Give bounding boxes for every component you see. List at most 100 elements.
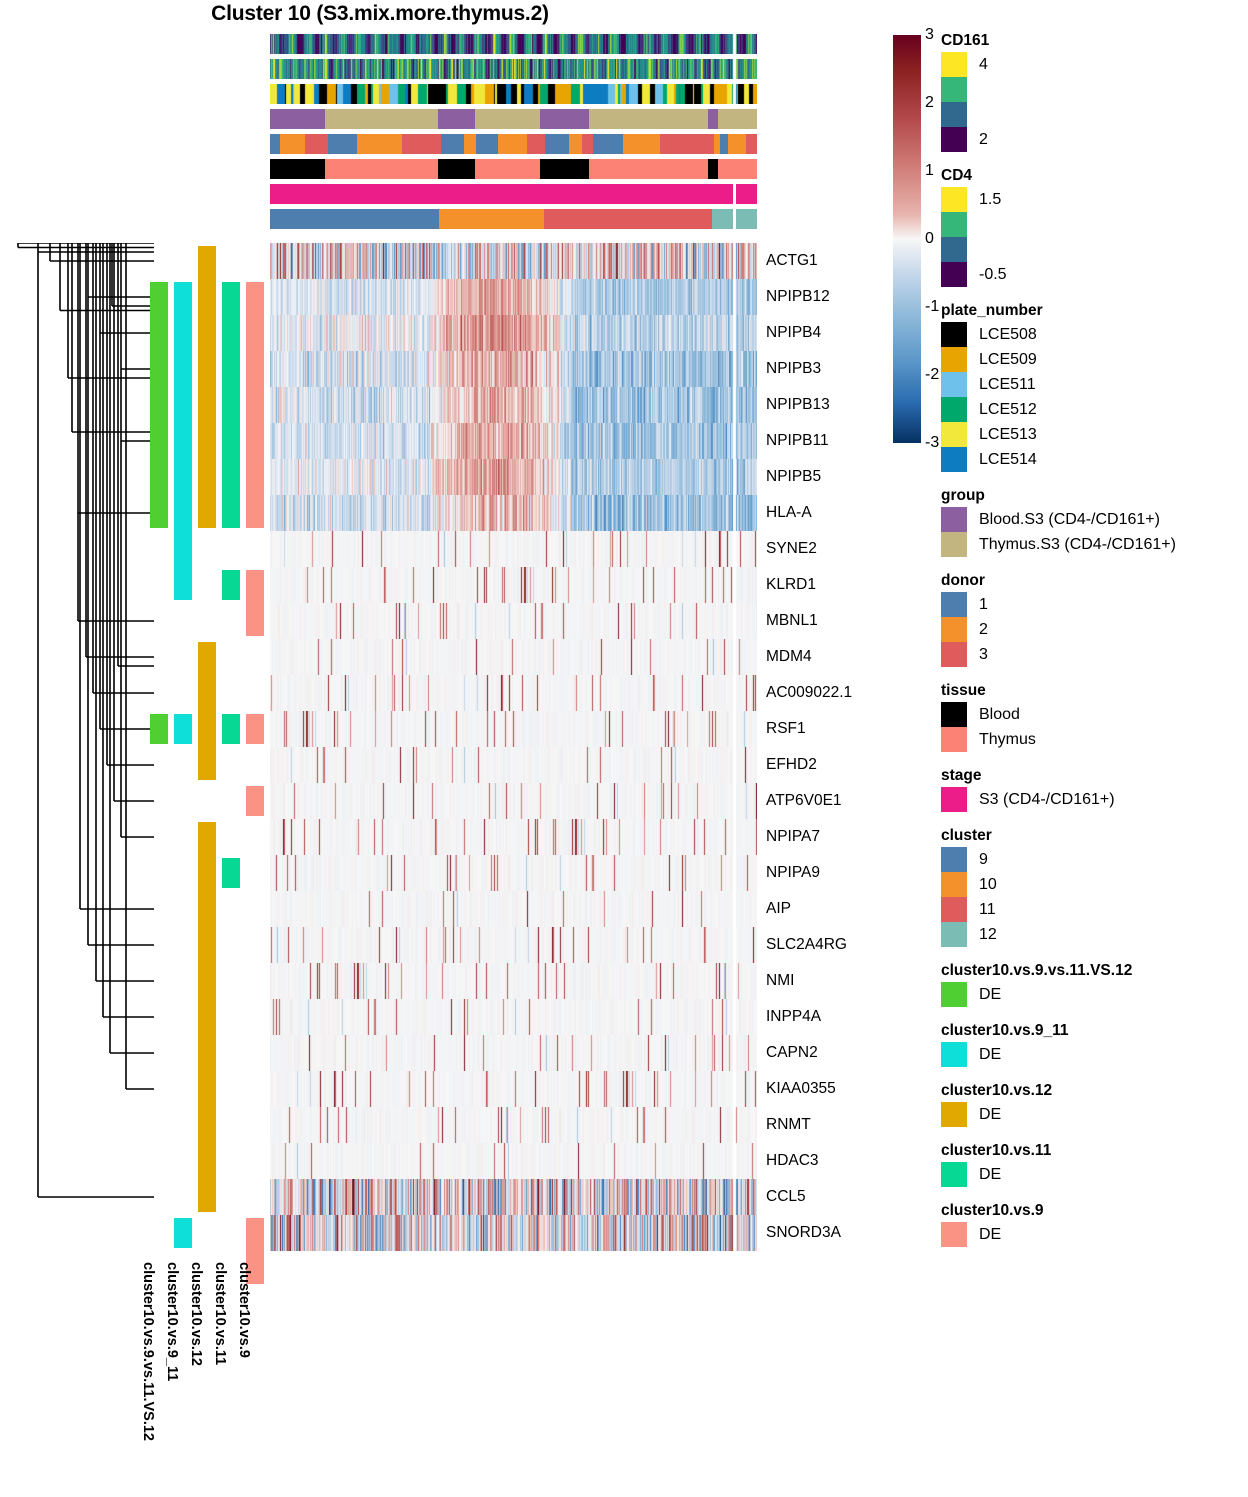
legend-item: 2 (941, 617, 1241, 642)
legend-swatch (941, 447, 967, 472)
heatmap-row-cells (270, 963, 757, 999)
legend-item: 9 (941, 847, 1241, 872)
gene-label: NPIPB11 (766, 432, 829, 449)
gene-label: KLRD1 (766, 576, 816, 593)
legend-title: stage (941, 767, 982, 784)
legend-label: 1 (979, 595, 988, 613)
legend-label: 9 (979, 850, 988, 868)
gene-label: AIP (766, 900, 791, 917)
row-annotation-column-cluster10.vs.9 (246, 243, 264, 1284)
heatmap-row-cells (270, 711, 757, 747)
annotation-segment-tissue (718, 159, 757, 179)
heatmap-row: NPIPB4 (270, 315, 821, 351)
colorbar-tick: -2 (925, 366, 940, 383)
legend-item: S3 (CD4-/CD161+) (941, 787, 1241, 812)
annotation-segment-group (475, 109, 540, 129)
column-annotation-group: group (270, 109, 757, 129)
heatmap-row-cells (270, 1143, 757, 1179)
row-annotation-block (246, 786, 264, 816)
legend-label: Thymus (979, 730, 1036, 748)
gene-label: INPP4A (766, 1008, 822, 1025)
legend-label: 10 (979, 875, 997, 893)
heatmap-row: NPIPB3 (270, 351, 821, 387)
heatmap-row: AC009022.1 (270, 675, 852, 711)
legend-label: DE (979, 1225, 1002, 1243)
legend-swatch (941, 262, 967, 287)
heatmap-row-cells (270, 1035, 757, 1071)
legend-item: LCE508 (941, 322, 1241, 347)
annotation-segment-tissue (708, 159, 718, 179)
legend-CD4: CD4 1.5 -0.5 (941, 167, 1241, 287)
legend-title: CD4 (941, 167, 973, 184)
gene-label: ACTG1 (766, 252, 818, 269)
annotation-segment-tissue (540, 159, 589, 179)
legend-swatch (941, 1102, 967, 1127)
legend-item: DE (941, 1042, 1241, 1067)
legend-swatch (941, 372, 967, 397)
gene-label: SYNE2 (766, 540, 817, 557)
legend-continuous-row: 4 (941, 52, 1241, 77)
annotation-segment-group (540, 109, 589, 129)
legend-swatch (941, 897, 967, 922)
legend-label: DE (979, 1105, 1002, 1123)
annotation-segment-donor (498, 134, 527, 154)
heatmap-row-cells (270, 603, 757, 639)
gene-label: NPIPA9 (766, 864, 820, 881)
heatmap-row-cells (270, 279, 757, 315)
legend-stage: stage S3 (CD4-/CD161+) (941, 767, 1241, 812)
heatmap-row: SNORD3A (270, 1215, 841, 1251)
row-annotation-block (222, 282, 240, 528)
heatmap-row-cells (270, 999, 757, 1035)
legend-label: LCE508 (979, 325, 1037, 343)
annotation-segment-tissue (438, 159, 475, 179)
heatmap-row: ATP6V0E1 (270, 783, 842, 819)
annotation-segment-cluster (736, 209, 757, 229)
legend-label: DE (979, 985, 1002, 1003)
gene-label: RNMT (766, 1116, 811, 1133)
heatmap-row-cells (270, 459, 757, 495)
row-annotation-block (246, 714, 264, 744)
heatmap-row-cells (270, 819, 757, 855)
legend-item: Blood (941, 702, 1241, 727)
annotation-segment-donor (527, 134, 545, 154)
legend-swatch (941, 127, 967, 152)
row-annotation-column-cluster10.vs.12 (198, 243, 216, 1251)
heatmap-row: AIP (270, 891, 791, 927)
heatmap-row: ACTG1 (270, 243, 818, 279)
annotation-strip-plate_number (270, 84, 757, 104)
row-annotation-block (198, 246, 216, 528)
annotation-segment-donor (623, 134, 660, 154)
column-annotation-cluster: cluster (270, 209, 757, 229)
annotation-segment-stage (270, 184, 733, 204)
row-annotation-block (174, 714, 192, 744)
legend-swatch (941, 422, 967, 447)
annotation-segment-donor (476, 134, 498, 154)
heatmap-row: NPIPB11 (270, 423, 829, 459)
row-annotation-labels: cluster10.vs.9 cluster10.vs.11 cluster10.v… (140, 1262, 280, 1492)
legend-cluster: cluster 9 10 11 12 (941, 827, 1241, 947)
gene-label: NPIPB4 (766, 324, 822, 341)
heatmap-row: SYNE2 (270, 531, 817, 567)
legend-label: 2 (979, 130, 988, 148)
legend-swatch (941, 922, 967, 947)
legend-item: LCE513 (941, 422, 1241, 447)
annotation-segment-cluster (439, 209, 544, 229)
legend-label: DE (979, 1045, 1002, 1063)
annotation-segment-donor (357, 134, 402, 154)
heatmap-row: CAPN2 (270, 1035, 818, 1071)
legend-swatch (941, 52, 967, 77)
legend-cluster10.vs.9.vs.11.VS.12: cluster10.vs.9.vs.11.VS.12 DE (941, 962, 1241, 1007)
heatmap-row: RSF1 (270, 711, 806, 747)
column-annotation-plate_number: plate_number (270, 84, 757, 104)
row-annotation-block (246, 282, 264, 528)
legend-label: LCE513 (979, 425, 1037, 443)
legend-swatch (941, 77, 967, 102)
colorbar-tick: 2 (925, 94, 934, 111)
gene-label: NMI (766, 972, 795, 989)
legend-CD161: CD161 4 2 (941, 32, 1241, 152)
row-annotation-name-cluster10.vs.9_11: cluster10.vs.9_11 (164, 1262, 180, 1382)
legend-cluster10.vs.11: cluster10.vs.11 DE (941, 1142, 1241, 1187)
annotation-segment-donor (545, 134, 569, 154)
heatmap-row: KLRD1 (270, 567, 816, 603)
row-annotation-column-cluster10.vs.11 (222, 243, 240, 1251)
